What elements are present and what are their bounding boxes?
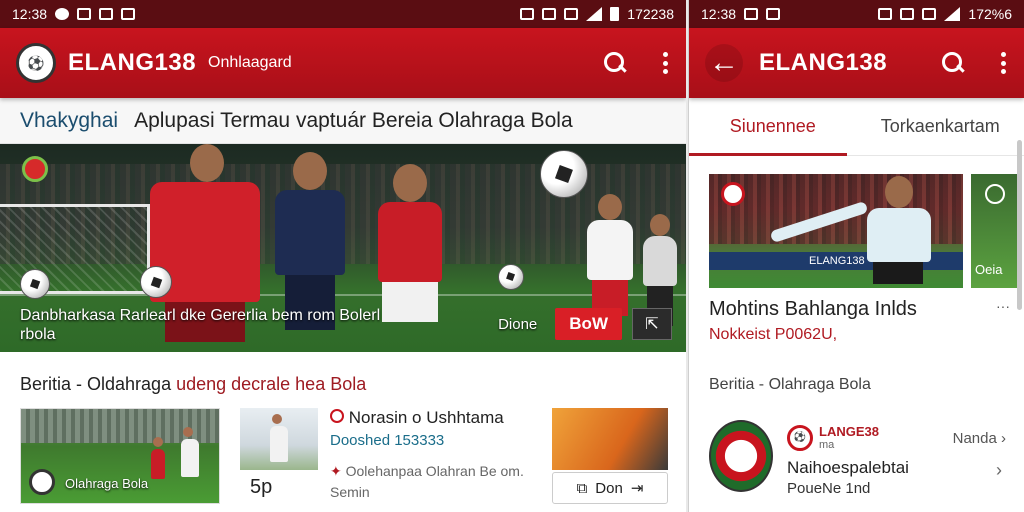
app-subtitle: Onhlaagard [208, 54, 292, 71]
share-arrow-icon: ⇥ [630, 480, 644, 497]
copy-icon: ⧉ [576, 479, 588, 497]
football-icon [540, 150, 588, 198]
back-icon[interactable]: ← [705, 44, 743, 82]
done-label[interactable]: Dione [498, 316, 537, 333]
scrollbar[interactable] [1017, 140, 1022, 310]
mute-icon [542, 8, 557, 20]
news-card-boot[interactable]: ⧉ Don ⇥ [552, 408, 668, 504]
card-caption: Olahraga Bola [65, 476, 149, 491]
wifi-icon [922, 8, 937, 20]
football-icon [498, 264, 524, 290]
bow-button[interactable]: BoW [555, 308, 622, 340]
page-title: Aplupasi Termau vaptuár Bereia Olahraga … [134, 108, 573, 132]
tab-indicator [689, 153, 847, 156]
article-hero-image-next[interactable]: Oeia [971, 174, 1019, 288]
photo-notification-icon [744, 8, 759, 20]
card-action-button[interactable]: ⧉ Don ⇥ [552, 472, 668, 504]
player-defender [270, 152, 350, 330]
news-card-text[interactable]: Norasin o Ushhtama Dooshed 153333 ✦ Oole… [330, 408, 530, 500]
section-label: Beritia - Olahraga Bola [709, 376, 871, 393]
section-title-highlight: udeng decrale hea Bola [176, 374, 367, 394]
chevron-right-icon[interactable]: › [996, 460, 1002, 481]
football-icon [140, 266, 172, 298]
signal-icon [586, 7, 603, 21]
list-item-title: Naihoespalebtai [787, 458, 909, 477]
card-source-icon [330, 409, 344, 423]
more-options-icon[interactable]: ··· [996, 298, 1010, 314]
article-meta: Nokkeist P0062U, [709, 326, 838, 343]
share-icon[interactable]: ⇱ [632, 308, 672, 340]
tab-torkaenkartam[interactable]: Torkaenkartam [857, 116, 1024, 137]
news-card-thumb[interactable]: 5p [240, 408, 320, 504]
club-badge-icon [721, 182, 745, 206]
brand-logo-icon: ⚽ [787, 424, 813, 451]
battery-icon [610, 7, 620, 21]
tab-bar: Siunennee Torkaenkartam [689, 98, 1024, 156]
card-side-text: 5p [250, 476, 273, 498]
card-desc: ✦ Oolehanpaa Olahran Be om. [330, 463, 524, 479]
player-white [580, 194, 640, 316]
wifi-icon [564, 8, 579, 20]
section-title: Beritia - Oldahraga udeng decrale hea Bo… [0, 352, 686, 395]
list-item-side-label: Nanda [952, 430, 997, 447]
photo-notification-icon [77, 8, 92, 20]
right-screen: 12:38 172%6 ← ELANG138 Siunennee Torkaen… [688, 0, 1024, 512]
article-hero-image[interactable]: ELANG138 [709, 174, 963, 288]
media-notification-icon [99, 8, 114, 20]
tab-siunennee[interactable]: Siunennee [689, 116, 857, 137]
card-thumbnail [552, 408, 668, 470]
search-icon[interactable] [942, 52, 964, 74]
app-brand: ELANG138 [68, 49, 197, 76]
card-desc-2: Semin [330, 484, 370, 500]
status-right-text: 172238 [627, 6, 674, 22]
left-screen: 12:38 172238 ⚽ ELANG138 Onhlaagard Vhaky… [0, 0, 686, 512]
list-item-subtitle: PoueNe 1nd [787, 480, 871, 497]
list-item-logo-sub: ma [819, 439, 835, 451]
more-vert-icon[interactable] [1000, 52, 1006, 74]
vibrate-icon [878, 8, 893, 20]
list-item-logo-text: LANGE38 [819, 424, 879, 439]
card-thumbnail: Olahraga Bola [21, 409, 219, 503]
breadcrumb-item[interactable]: Vhakyghai [20, 109, 118, 133]
article-title[interactable]: Mohtins Bahlanga Inlds [709, 298, 917, 321]
status-right-text: 172%6 [968, 6, 1012, 22]
notification-icon [55, 8, 70, 20]
status-time: 12:38 [701, 6, 737, 22]
live-badge-icon [22, 156, 48, 182]
status-bar: 12:38 172238 [0, 0, 686, 28]
news-card[interactable]: Olahraga Bola [20, 408, 220, 504]
card-meta: Dooshed 153333 [330, 432, 445, 449]
card-logo [29, 469, 55, 495]
status-time: 12:38 [12, 6, 48, 22]
card-title: Norasin o Ushhtama [348, 408, 504, 427]
player-red [372, 164, 448, 322]
next-image-label: Oeia [975, 262, 1003, 277]
news-notification-icon [121, 8, 136, 20]
app-brand: ELANG138 [759, 49, 888, 76]
app-bar: ⚽ ELANG138 Onhlaagard [0, 28, 686, 98]
status-bar: 12:38 172%6 [689, 0, 1024, 28]
breadcrumb: Vhakyghai Aplupasi Termau vaptuár Bereia… [0, 98, 686, 144]
search-icon[interactable] [604, 52, 626, 74]
hero-caption: Danbharkasa Rarlearl dke Gererlia bem ro… [20, 307, 381, 343]
mute-icon [900, 8, 915, 20]
football-icon [20, 269, 50, 299]
section-title-text: Beritia - Oldahraga [20, 374, 177, 394]
card-action-label: Don [595, 479, 623, 497]
app-bar: ← ELANG138 [689, 28, 1024, 98]
signal-icon [944, 7, 961, 21]
news-card-row: Olahraga Bola 5p Norasin o Ushhtama Doos… [20, 408, 668, 504]
chevron-right-icon: › [1001, 430, 1006, 447]
vibrate-icon [520, 8, 535, 20]
hero-banner[interactable]: Danbharkasa Rarlearl dke Gererlia bem ro… [0, 144, 686, 352]
club-crest-icon [709, 420, 773, 492]
media-notification-icon [766, 8, 781, 20]
card-thumbnail [240, 408, 318, 470]
app-logo[interactable]: ⚽ [16, 43, 56, 83]
more-vert-icon[interactable] [662, 52, 668, 74]
